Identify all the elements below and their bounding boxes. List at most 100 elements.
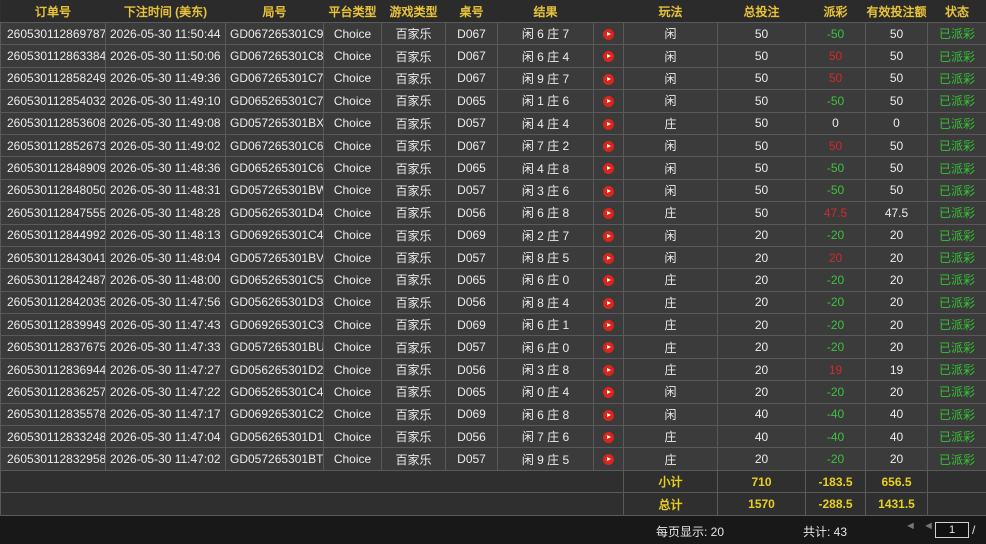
detail-cell xyxy=(593,425,624,449)
play-icon[interactable] xyxy=(603,409,614,421)
table-row[interactable]: 260530112858249 2026-05-30 11:49:36 GD0672… xyxy=(0,66,986,91)
payout-cell: -20 xyxy=(805,268,866,292)
order-number-cell: 260530112833248 xyxy=(0,425,106,449)
play-icon[interactable] xyxy=(603,387,614,399)
table-row[interactable]: 260530112854032 2026-05-30 11:49:10 GD0652… xyxy=(0,89,986,113)
subtotal-payout: -183.5 xyxy=(805,469,866,494)
order-number-cell: 260530112852673 xyxy=(0,133,106,158)
total-bet-cell: 50 xyxy=(717,44,806,68)
play-icon[interactable] xyxy=(603,185,614,197)
game-result-cell: 闲 6 庄 7 xyxy=(497,21,594,46)
table-row[interactable]: 260530112836944 2026-05-30 11:47:27 GD0562… xyxy=(0,357,986,382)
table-row[interactable]: 260530112853608 2026-05-30 11:49:08 GD0572… xyxy=(0,111,986,135)
table-id-cell: D056 xyxy=(445,357,498,382)
play-icon[interactable] xyxy=(603,275,614,287)
play-type-cell: 闲 xyxy=(623,66,718,91)
detail-cell xyxy=(593,357,624,382)
table-row[interactable]: 260530112869787 2026-05-30 11:50:44 GD0672… xyxy=(0,21,986,46)
col-header-table[interactable]: 桌号 xyxy=(445,0,498,23)
table-row[interactable]: 260530112863384 2026-05-30 11:50:06 GD0672… xyxy=(0,44,986,68)
table-id-cell: D069 xyxy=(445,402,498,427)
col-header-total-bet[interactable]: 总投注 xyxy=(717,0,806,23)
table-row[interactable]: 260530112848050 2026-05-30 11:48:31 GD0572… xyxy=(0,178,986,203)
play-icon[interactable] xyxy=(603,73,614,85)
order-number-cell: 260530112836257 xyxy=(0,380,106,404)
game-type-cell: 百家乐 xyxy=(381,133,446,158)
col-header-result[interactable]: 结果 xyxy=(497,0,594,23)
play-icon[interactable] xyxy=(603,51,614,63)
order-number-cell: 260530112842487 xyxy=(0,268,106,292)
play-icon[interactable] xyxy=(603,252,614,264)
table-row[interactable]: 260530112847555 2026-05-30 11:48:28 GD0562… xyxy=(0,201,986,225)
col-header-valid-bet[interactable]: 有效投注额 xyxy=(865,0,928,23)
total-bet-cell: 50 xyxy=(717,66,806,91)
game-result-cell: 闲 9 庄 7 xyxy=(497,66,594,91)
table-row[interactable]: 260530112843041 2026-05-30 11:48:04 GD0572… xyxy=(0,245,986,270)
table-row[interactable]: 260530112839949 2026-05-30 11:47:43 GD0692… xyxy=(0,313,986,337)
total-bet-cell: 20 xyxy=(717,380,806,404)
play-icon[interactable] xyxy=(603,208,614,220)
bet-time-cell: 2026-05-30 11:47:04 xyxy=(105,425,226,449)
valid-bet-cell: 20 xyxy=(865,335,928,359)
col-header-play[interactable]: 玩法 xyxy=(623,0,718,23)
detail-cell xyxy=(593,21,624,46)
detail-cell xyxy=(593,156,624,180)
play-icon[interactable] xyxy=(603,230,614,242)
play-icon[interactable] xyxy=(603,96,614,108)
page-separator: / xyxy=(972,523,976,537)
col-header-payout[interactable]: 派彩 xyxy=(805,0,866,23)
valid-bet-cell: 20 xyxy=(865,447,928,471)
col-header-order[interactable]: 订单号 xyxy=(0,0,106,23)
table-row[interactable]: 260530112836257 2026-05-30 11:47:22 GD0652… xyxy=(0,380,986,404)
table-id-cell: D067 xyxy=(445,66,498,91)
game-result-cell: 闲 9 庄 5 xyxy=(497,447,594,471)
table-row[interactable]: 260530112852673 2026-05-30 11:49:02 GD0672… xyxy=(0,133,986,158)
table-row[interactable]: 260530112842035 2026-05-30 11:47:56 GD0562… xyxy=(0,290,986,315)
play-icon[interactable] xyxy=(603,297,614,309)
col-header-round[interactable]: 局号 xyxy=(225,0,324,23)
round-id-cell: GD065265301C4 xyxy=(225,380,324,404)
col-header-platform[interactable]: 平台类型 xyxy=(323,0,382,23)
table-row[interactable]: 260530112842487 2026-05-30 11:48:00 GD0652… xyxy=(0,268,986,292)
col-header-game-type[interactable]: 游戏类型 xyxy=(381,0,446,23)
col-header-status[interactable]: 状态 xyxy=(927,0,986,23)
table-id-cell: D057 xyxy=(445,111,498,135)
play-icon[interactable] xyxy=(603,140,614,152)
platform-type-cell: Choice xyxy=(323,425,382,449)
prev-page-icon[interactable]: ◄ xyxy=(923,520,934,532)
order-number-cell: 260530112844992 xyxy=(0,223,106,247)
round-id-cell: GD069265301C4 xyxy=(225,223,324,247)
page-number-input[interactable] xyxy=(935,522,969,538)
play-icon[interactable] xyxy=(603,432,614,444)
table-row[interactable]: 260530112848909 2026-05-30 11:48:36 GD0652… xyxy=(0,156,986,180)
grandtotal-status-spacer xyxy=(927,492,986,516)
status-cell: 已派彩 xyxy=(927,268,986,292)
play-icon[interactable] xyxy=(603,163,614,175)
platform-type-cell: Choice xyxy=(323,335,382,359)
play-icon[interactable] xyxy=(603,342,614,354)
platform-type-cell: Choice xyxy=(323,245,382,270)
round-id-cell: GD057265301BU xyxy=(225,335,324,359)
play-icon[interactable] xyxy=(603,118,614,130)
round-id-cell: GD056265301D3 xyxy=(225,290,324,315)
table-row[interactable]: 260530112844992 2026-05-30 11:48:13 GD0692… xyxy=(0,223,986,247)
play-icon[interactable] xyxy=(603,29,614,41)
first-page-icon[interactable]: ◄ xyxy=(905,520,916,532)
play-icon[interactable] xyxy=(603,454,614,466)
bet-time-cell: 2026-05-30 11:48:31 xyxy=(105,178,226,203)
play-icon[interactable] xyxy=(603,320,614,332)
total-bet-cell: 20 xyxy=(717,290,806,315)
bet-time-cell: 2026-05-30 11:47:02 xyxy=(105,447,226,471)
table-row[interactable]: 260530112832958 2026-05-30 11:47:02 GD0572… xyxy=(0,447,986,471)
table-row[interactable]: 260530112837675 2026-05-30 11:47:33 GD0572… xyxy=(0,335,986,359)
table-row[interactable]: 260530112833248 2026-05-30 11:47:04 GD0562… xyxy=(0,425,986,449)
order-number-cell: 260530112832958 xyxy=(0,447,106,471)
play-icon[interactable] xyxy=(603,364,614,376)
game-result-cell: 闲 8 庄 5 xyxy=(497,245,594,270)
col-header-bet-time[interactable]: 下注时间 (美东) xyxy=(105,0,226,23)
status-cell: 已派彩 xyxy=(927,290,986,315)
platform-type-cell: Choice xyxy=(323,66,382,91)
platform-type-cell: Choice xyxy=(323,178,382,203)
valid-bet-cell: 50 xyxy=(865,133,928,158)
table-row[interactable]: 260530112835578 2026-05-30 11:47:17 GD0692… xyxy=(0,402,986,427)
